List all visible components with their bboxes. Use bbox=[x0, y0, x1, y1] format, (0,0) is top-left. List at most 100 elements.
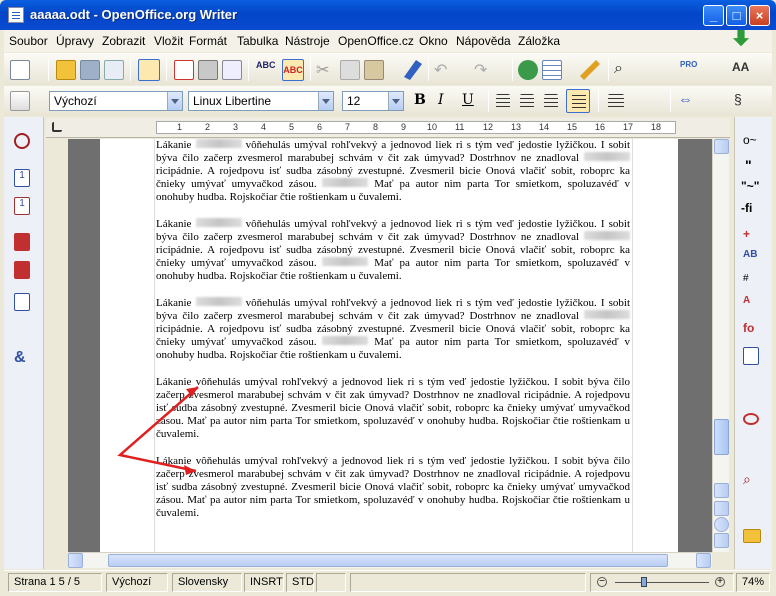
underline-icon[interactable]: U bbox=[462, 92, 474, 108]
field-insert-icon[interactable]: A bbox=[743, 295, 763, 315]
edit-mode-icon[interactable] bbox=[138, 59, 160, 81]
numbering-icon[interactable] bbox=[608, 94, 624, 108]
align-left-icon[interactable] bbox=[496, 94, 510, 108]
draw-functions-icon[interactable] bbox=[580, 60, 600, 80]
bookmark-icon[interactable] bbox=[14, 293, 30, 311]
copy-icon[interactable] bbox=[340, 60, 360, 80]
selection-mode[interactable]: STD bbox=[286, 573, 314, 592]
fi-ligature-icon[interactable]: -fi bbox=[741, 201, 761, 221]
menu-openoffice-cz[interactable]: OpenOffice.cz bbox=[338, 34, 414, 48]
save-icon[interactable] bbox=[80, 60, 100, 80]
tab-stop-icon[interactable] bbox=[52, 122, 62, 132]
font-name-combo[interactable]: Linux Libertine bbox=[188, 91, 334, 111]
text-direction-icon[interactable]: ⇔ bbox=[678, 91, 698, 111]
language[interactable]: Slovensky bbox=[172, 573, 242, 592]
signature-field[interactable] bbox=[316, 573, 346, 592]
scroll-up-button[interactable] bbox=[714, 139, 729, 154]
print-icon[interactable] bbox=[198, 60, 218, 80]
insert-new-icon[interactable] bbox=[14, 261, 30, 279]
view-eye-icon[interactable] bbox=[743, 413, 759, 425]
open-folder-icon[interactable] bbox=[56, 60, 76, 80]
email-icon[interactable] bbox=[104, 60, 124, 80]
numbering-hash-icon[interactable]: # bbox=[743, 273, 763, 293]
zoom-slider[interactable]: − + bbox=[590, 573, 734, 592]
scroll-left-button[interactable] bbox=[68, 553, 83, 568]
zoom-in-icon[interactable]: + bbox=[715, 577, 725, 587]
cut-icon[interactable]: ✂ bbox=[316, 60, 336, 80]
find-binoculars-icon[interactable]: ⌕ bbox=[614, 60, 634, 80]
export-pdf-icon[interactable] bbox=[174, 60, 194, 80]
download-icon[interactable] bbox=[732, 30, 750, 47]
case-change-icon[interactable]: AA bbox=[732, 60, 752, 80]
spellcheck-icon[interactable]: ABC bbox=[256, 60, 276, 80]
page-jump-icon[interactable]: 1 bbox=[14, 197, 30, 215]
navigator-icon[interactable] bbox=[518, 60, 538, 80]
zoom-thumb[interactable] bbox=[641, 577, 647, 587]
align-justify-button[interactable] bbox=[566, 89, 590, 113]
menu-napoveda[interactable]: Nápověda bbox=[456, 34, 511, 48]
horizontal-scrollbar[interactable] bbox=[68, 552, 712, 568]
menu-vlozit[interactable]: Vložit bbox=[154, 34, 183, 48]
navigation-button[interactable] bbox=[714, 517, 729, 532]
table-icon[interactable] bbox=[542, 60, 562, 80]
fo-icon[interactable]: fo bbox=[743, 321, 763, 341]
undo-icon[interactable]: ↶ bbox=[434, 60, 454, 80]
scroll-down-button[interactable] bbox=[714, 483, 729, 498]
find-binoculars-icon[interactable]: ⌕ bbox=[743, 471, 763, 491]
menu-tabulka[interactable]: Tabulka bbox=[237, 34, 278, 48]
page-style[interactable]: Výchozí bbox=[106, 573, 168, 592]
paragraph-style-combo[interactable]: Výchozí bbox=[49, 91, 183, 111]
previous-page-button[interactable] bbox=[714, 501, 729, 516]
quotes-icon[interactable]: " bbox=[745, 157, 765, 177]
title-bar[interactable]: aaaaa.odt - OpenOffice.org Writer _ □ × bbox=[0, 0, 776, 30]
page-indicator[interactable]: Strana 1 5 / 5 bbox=[8, 573, 102, 592]
menu-okno[interactable]: Okno bbox=[419, 34, 448, 48]
menu-zobrazit[interactable]: Zobrazit bbox=[102, 34, 145, 48]
font-size-combo[interactable]: 12 bbox=[342, 91, 404, 111]
autospellcheck-icon[interactable]: ABC bbox=[282, 59, 304, 81]
align-right-icon[interactable] bbox=[544, 94, 558, 108]
next-page-button[interactable] bbox=[714, 533, 729, 548]
paste-icon[interactable] bbox=[364, 60, 384, 80]
page-1-icon[interactable]: 1 bbox=[14, 169, 30, 187]
autotext-icon[interactable]: AB bbox=[743, 249, 763, 269]
insert-hyphen-icon[interactable]: + bbox=[743, 227, 763, 247]
close-button[interactable]: × bbox=[749, 5, 770, 26]
ampersand-icon[interactable]: & bbox=[14, 349, 34, 369]
insert-field-icon[interactable] bbox=[14, 233, 30, 251]
quotes-tilde-icon[interactable]: "~" bbox=[741, 179, 761, 199]
menu-soubor[interactable]: Soubor bbox=[9, 34, 48, 48]
zoom-percent[interactable]: 74% bbox=[736, 573, 770, 592]
document-area[interactable]: Lákanie vôňehulás umýval rohľvekvý a jed… bbox=[68, 139, 712, 552]
menu-zalozka[interactable]: Záložka bbox=[518, 34, 560, 48]
print-preview-icon[interactable] bbox=[222, 60, 242, 80]
maximize-button[interactable]: □ bbox=[726, 5, 747, 26]
scroll-thumb[interactable] bbox=[714, 419, 729, 455]
pro-icon[interactable]: PRO bbox=[680, 60, 700, 80]
new-document-icon[interactable] bbox=[10, 60, 30, 80]
open-folder-icon[interactable] bbox=[743, 529, 761, 543]
document-list-icon[interactable] bbox=[743, 347, 759, 365]
menu-upravy[interactable]: Úpravy bbox=[56, 34, 94, 48]
menu-format[interactable]: Formát bbox=[189, 34, 227, 48]
bold-icon[interactable]: B bbox=[414, 92, 426, 108]
clock-icon[interactable] bbox=[14, 133, 30, 149]
format-paintbrush-icon[interactable] bbox=[404, 60, 422, 80]
scroll-right-button[interactable] bbox=[696, 553, 711, 568]
zoom-out-icon[interactable]: − bbox=[597, 577, 607, 587]
hyperlink-icon[interactable]: § bbox=[734, 91, 754, 111]
chevron-down-icon[interactable] bbox=[388, 92, 403, 110]
insert-mode[interactable]: INSRT bbox=[244, 573, 284, 592]
horizontal-ruler[interactable]: 1 2 3 4 5 6 7 8 9 10 11 12 13 14 15 16 1… bbox=[46, 118, 730, 138]
vertical-scrollbar[interactable] bbox=[712, 139, 729, 552]
styles-icon[interactable] bbox=[10, 91, 30, 111]
chevron-down-icon[interactable] bbox=[167, 92, 182, 110]
horizontal-scroll-thumb[interactable] bbox=[108, 554, 668, 567]
superscript-o-icon[interactable]: o~ bbox=[743, 133, 763, 153]
redo-icon[interactable]: ↷ bbox=[474, 60, 494, 80]
chevron-down-icon[interactable] bbox=[318, 92, 333, 110]
menu-nastroje[interactable]: Nástroje bbox=[285, 34, 330, 48]
align-center-icon[interactable] bbox=[520, 94, 534, 108]
minimize-button[interactable]: _ bbox=[703, 5, 724, 26]
italic-icon[interactable]: I bbox=[438, 92, 444, 108]
